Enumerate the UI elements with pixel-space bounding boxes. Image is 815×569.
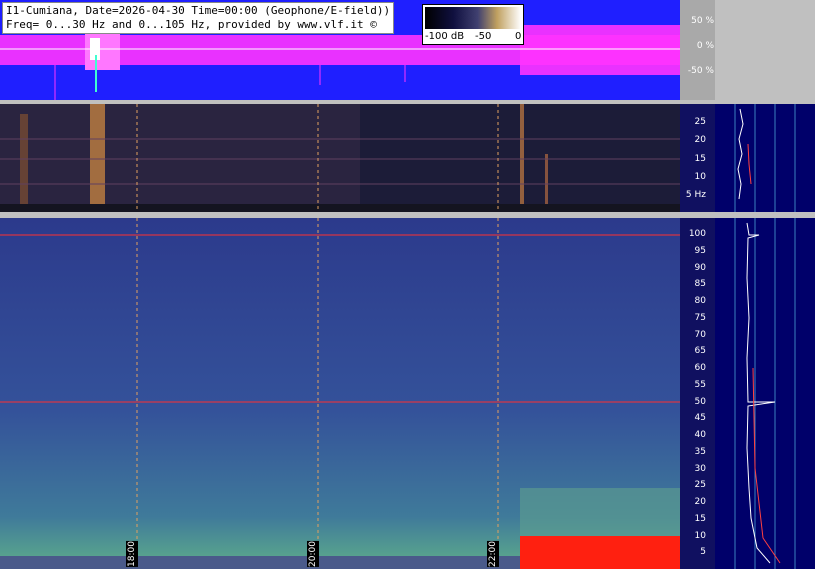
scale-label-mid: -50 (475, 31, 492, 42)
main-tick-10: 10 (694, 531, 706, 541)
low-tick-20: 20 (694, 135, 706, 145)
color-scale-legend: -100 dB -50 0 (422, 4, 524, 45)
spectrogram-main-axis: 100 95 90 85 80 75 70 65 60 55 50 45 40 … (680, 218, 715, 569)
profile-low-panel (715, 104, 815, 212)
low-tick-25: 25 (694, 117, 706, 127)
waveform-label-minus50: -50 % (687, 66, 714, 76)
main-tick-80: 80 (694, 296, 706, 306)
time-marker-2200: 22:00 (487, 541, 499, 567)
spectrogram-low-plot (0, 104, 680, 212)
low-tick-10: 10 (694, 172, 706, 182)
main-tick-95: 95 (694, 246, 706, 256)
spectrogram-main (0, 218, 680, 569)
spectrogram-low-frequency (0, 104, 680, 212)
station-info-line2: Freq= 0...30 Hz and 0...105 Hz, provided… (6, 18, 377, 31)
main-tick-50: 50 (694, 397, 706, 407)
profile-low-plot (734, 104, 796, 212)
scale-label-min: -100 dB (425, 31, 465, 42)
main-tick-40: 40 (694, 430, 706, 440)
main-tick-45: 45 (694, 413, 706, 423)
color-scale-bar (425, 7, 521, 29)
main-tick-100: 100 (688, 229, 706, 239)
main-tick-70: 70 (694, 330, 706, 340)
main-tick-20: 20 (694, 497, 706, 507)
time-marker-1800: 18:00 (126, 541, 138, 567)
main-tick-90: 90 (694, 263, 706, 273)
spectrogram-low-axis: 25 20 15 10 5 Hz (680, 104, 715, 212)
main-tick-25: 25 (694, 480, 706, 490)
waveform-label-0: 0 % (696, 41, 714, 51)
time-marker-2000: 20:00 (307, 541, 319, 567)
low-tick-5: 5 Hz (685, 190, 706, 200)
profile-main-panel (715, 218, 815, 569)
main-tick-30: 30 (694, 464, 706, 474)
main-tick-65: 65 (694, 346, 706, 356)
station-info-box: I1-Cumiana, Date=2026-04-30 Time=00:00 (… (2, 2, 395, 34)
vlf-monitor-window: 50 % 0 % -50 % I1-Cumiana, Date=2026-04-… (0, 0, 815, 569)
main-tick-75: 75 (694, 313, 706, 323)
main-tick-35: 35 (694, 447, 706, 457)
main-tick-15: 15 (694, 514, 706, 524)
main-tick-55: 55 (694, 380, 706, 390)
scale-label-max: 0 (515, 31, 522, 42)
main-tick-85: 85 (694, 279, 706, 289)
waveform-axis: 50 % 0 % -50 % (680, 0, 715, 100)
spectrogram-main-plot (0, 218, 680, 569)
main-tick-60: 60 (694, 363, 706, 373)
profile-main-plot (734, 218, 796, 569)
main-tick-5: 5 (700, 547, 706, 557)
waveform-label-50: 50 % (691, 16, 714, 26)
station-info-line1: I1-Cumiana, Date=2026-04-30 Time=00:00 (… (6, 4, 391, 17)
low-tick-15: 15 (694, 154, 706, 164)
